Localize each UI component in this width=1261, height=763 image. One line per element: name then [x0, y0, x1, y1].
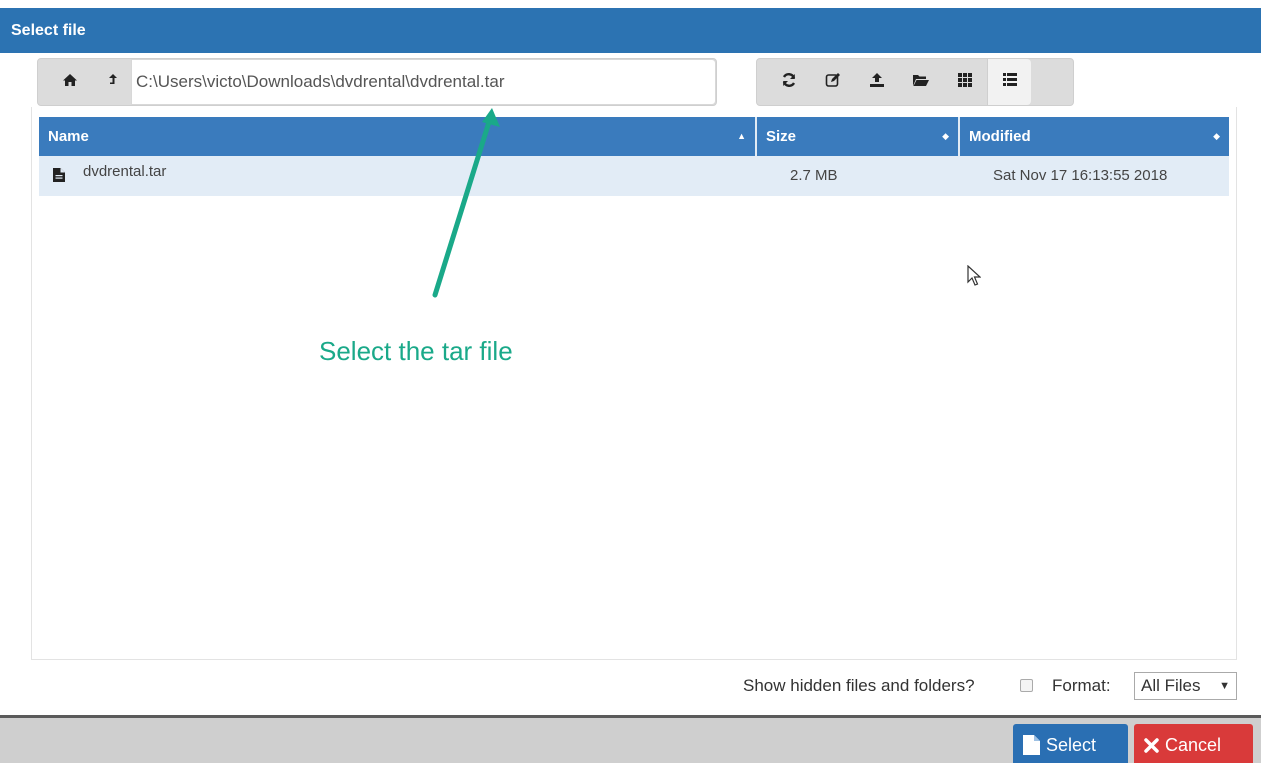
options-bar: Show hidden files and folders? Format: A…	[0, 668, 1261, 702]
annotation-text: Select the tar file	[319, 336, 513, 366]
format-select[interactable]: All Files ▼	[1134, 672, 1237, 700]
select-button[interactable]: Select	[1013, 724, 1128, 763]
format-label: Format:	[1052, 676, 1111, 695]
mouse-cursor-icon	[967, 264, 982, 292]
dialog-footer: Select Cancel	[0, 715, 1261, 763]
file-select-dialog: Select file C:\Users\victo\Downloads\dvd…	[0, 0, 1261, 763]
show-hidden-checkbox[interactable]	[1020, 679, 1033, 692]
file-icon	[1023, 735, 1040, 755]
close-icon	[1144, 737, 1159, 753]
chevron-down-icon: ▼	[1219, 680, 1230, 692]
select-button-label: Select	[1046, 734, 1097, 755]
show-hidden-label: Show hidden files and folders?	[743, 676, 975, 695]
cancel-button-label: Cancel	[1165, 734, 1222, 755]
annotation-arrow	[432, 108, 500, 298]
format-select-value: All Files	[1141, 676, 1201, 695]
cancel-button[interactable]: Cancel	[1134, 724, 1253, 763]
